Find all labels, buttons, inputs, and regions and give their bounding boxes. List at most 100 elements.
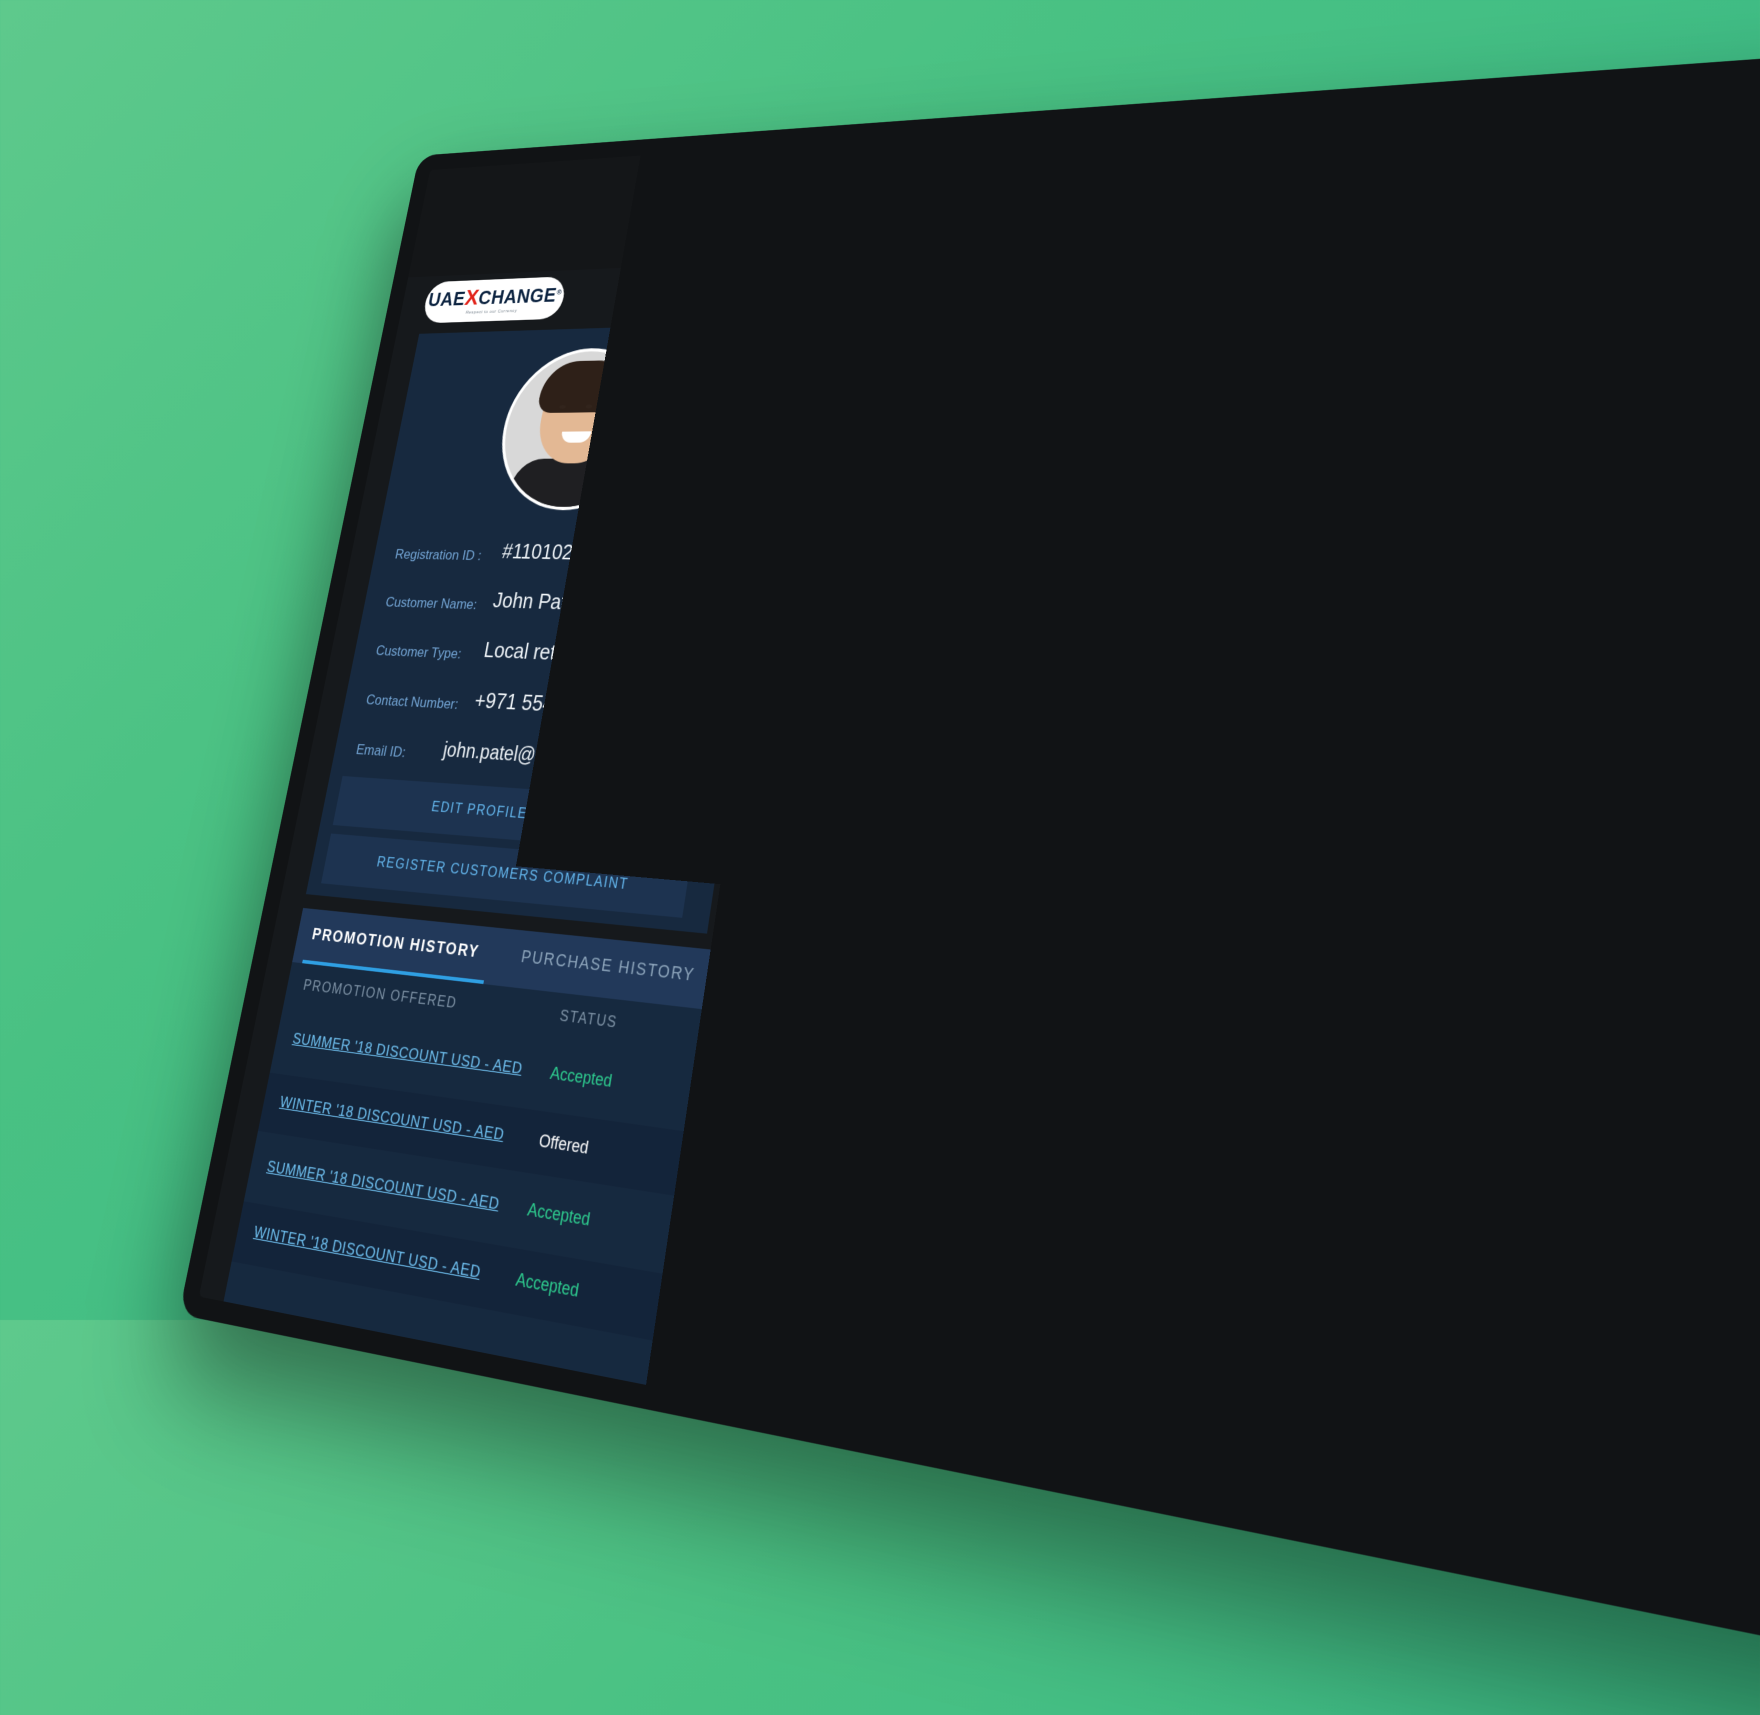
time-range-24h[interactable]: 24H — [985, 489, 1016, 505]
bar — [1152, 695, 1222, 898]
profile-field-label: Customer Name: — [384, 594, 478, 613]
status-badge: Accepted — [514, 1269, 580, 1302]
time-range-6h[interactable]: 6H — [876, 489, 897, 505]
x-axis-tick: 2019 — [1661, 955, 1702, 978]
promotion-name-link[interactable]: SUMMER '18 DISCOUNT USD - AED — [265, 1157, 500, 1214]
profile-fields: Registration ID :#11010297Customer Name:… — [419, 322, 798, 334]
stat-value: 4 — [853, 300, 870, 328]
query-date: 21st Feb 2019 — [1500, 1305, 1643, 1353]
stat-value: 50k - 100k — [1669, 266, 1760, 304]
status-badge: Accepted — [526, 1199, 592, 1230]
brand-name-b: CHANGE — [477, 285, 559, 309]
add-customer-button[interactable]: + CUSTOMER — [1210, 157, 1331, 181]
brand-registered-icon: ® — [556, 288, 562, 296]
benefit-amount: $ 51.70 — [734, 1088, 793, 1118]
profile-field-value: Local retail — [482, 639, 577, 667]
query-date: 1st April 2019 — [1505, 1190, 1638, 1233]
stat-divider — [1621, 249, 1626, 378]
stat-label: TOTAL PURCHASES — [1070, 331, 1244, 353]
time-range-1w[interactable]: 1W — [1099, 489, 1125, 505]
stat-card: 50k - 100kREVENUE SLOT — [1667, 221, 1672, 402]
brand-name-a: UAE — [426, 288, 467, 310]
x-axis-tick: 2014 — [868, 888, 900, 907]
bar — [1309, 695, 1379, 911]
x-axis-tick: 2015 — [1008, 900, 1042, 920]
app-screen: + CUSTOMER PROFILES UAEXCHANGE® Respect … — [199, 57, 1760, 1680]
column-date: DATE — [1509, 1120, 1567, 1148]
x-axis-tick: 2018 — [1483, 940, 1522, 962]
stat-label: TOTAL SALES — [1373, 323, 1507, 345]
column-query-details: QUERY & DETAILS — [981, 1058, 1147, 1097]
stat-divider — [1029, 272, 1043, 387]
top-bar: + CUSTOMER PROFILES — [408, 57, 1760, 278]
profile-field-label: Contact Number: — [365, 692, 460, 713]
stat-divider — [1328, 260, 1338, 382]
profile-field-label: Customer Type: — [374, 643, 462, 663]
y-axis-tick: 40k — [779, 715, 802, 732]
table-row[interactable]: RatesLooking to prebook exchange rates f… — [945, 1091, 1760, 1356]
query-detail-text: Looking to prebook exchange rates from U… — [969, 1134, 1428, 1245]
brand-tagline: Respect to our Currency — [465, 309, 517, 315]
time-range-3d[interactable]: 3D — [1046, 489, 1068, 505]
profile-field-value: #11010297 — [500, 540, 595, 565]
time-range-1m[interactable]: 1M — [1157, 489, 1182, 506]
queries-header: QUERIES & COMPLAINT HISTORY — [962, 976, 1760, 1169]
promotion-history-card: PROMOTION HISTORY PURCHASE HISTORY PROMO… — [222, 908, 945, 1442]
column-promotion-offered: PROMOTION OFFERED — [302, 978, 458, 1013]
x-axis-tick: 2016 — [1157, 912, 1192, 933]
grid-line — [853, 639, 1760, 682]
y-axis-tick: 100k — [792, 630, 821, 646]
stat-card: 21,387,209TOTAL PURCHASES — [1064, 247, 1082, 409]
promotion-name-link[interactable]: WINTER '18 DISCOUNT USD - AED — [278, 1093, 505, 1145]
bar — [1475, 606, 1548, 926]
profile-field-value: +971 5543 67896 — [473, 689, 626, 722]
profile-field-value: john.patel@pentation.ae — [441, 738, 636, 773]
promotion-name-link[interactable]: SUMMER '18 DISCOUNT USD - AED — [291, 1030, 524, 1079]
tab-profiles[interactable]: PROFILES — [978, 205, 1077, 228]
query-date: 19th Dec 2018 — [1495, 1423, 1643, 1475]
y-axis-tick: 30k — [775, 743, 798, 760]
y-axis-tick: 50k — [783, 687, 806, 703]
chart-title: PURCHASE CYCLE — [825, 442, 1001, 462]
query-subject-link[interactable]: Cummunication — [964, 1208, 1084, 1248]
time-range-1h[interactable]: 1H — [827, 488, 848, 504]
stat-label: TOTAL CORRIDORS — [849, 337, 1007, 358]
promotion-name-link[interactable]: WINTER '18 DISCOUNT USD - AED — [252, 1223, 482, 1283]
profile-field-value: John Patel — [491, 589, 583, 616]
query-subject-link[interactable]: Feedback — [952, 1313, 1029, 1348]
time-range-1y[interactable]: 1Y — [1215, 490, 1237, 507]
column-benefits: BENEFITS — [743, 1030, 826, 1058]
tab-promotion-history[interactable]: PROMOTION HISTORY — [310, 925, 480, 962]
tablet-device: + CUSTOMER PROFILES UAEXCHANGE® Respect … — [179, 34, 1760, 1715]
tab-purchase-history[interactable]: PURCHASE HISTORY — [520, 947, 697, 985]
stat-card: 4TOTAL CORRIDORS — [841, 257, 863, 412]
time-range-tabs[interactable]: 1H 6H 12H 24H 3D 1W 1M 1Y — [827, 488, 1237, 506]
query-subject-link[interactable]: Rates — [940, 1420, 987, 1452]
stat-value: 21,387,209 — [1074, 288, 1214, 322]
purchase-cycle-card: PURCHASE CYCLE 1H6H12H24H3D1W1M1Y 010k20… — [734, 414, 1760, 1055]
brand-logo: UAEXCHANGE® Respect to our Currency — [421, 276, 567, 323]
queries-complaint-card: QUERIES & COMPLAINT HISTORY QUERY & DETA… — [915, 976, 1760, 1679]
grid-line — [830, 810, 1760, 898]
time-range-12h[interactable]: 12H — [925, 489, 955, 505]
profile-field-label: Email ID: — [355, 741, 407, 761]
profile-photo — [489, 346, 667, 510]
status-badge: Offered — [537, 1131, 589, 1159]
bar — [1004, 677, 1075, 886]
query-subject-link[interactable]: Rates — [975, 1106, 1021, 1133]
stat-card: 49,084TOTAL SALES — [1368, 234, 1380, 406]
status-badge: Accepted — [549, 1063, 614, 1091]
column-status: STATUS — [558, 1008, 618, 1032]
grid-line — [864, 560, 1760, 583]
y-axis-tick: 200k — [803, 552, 832, 567]
y-axis-tick: 0 — [764, 821, 773, 837]
grid-line — [842, 725, 1760, 791]
benefit-amount: $ 10.67 — [713, 1230, 773, 1262]
benefit-amount: $ 40.00 — [724, 1158, 784, 1189]
stat-value: 49,084 — [1375, 279, 1470, 313]
profile-card: Registration ID :#11010297Customer Name:… — [306, 322, 798, 934]
grid-line — [838, 753, 1760, 826]
stat-label: REVENUE SLOT — [1668, 314, 1760, 338]
grid-line — [827, 833, 1760, 928]
y-axis-tick: 20k — [771, 771, 794, 788]
